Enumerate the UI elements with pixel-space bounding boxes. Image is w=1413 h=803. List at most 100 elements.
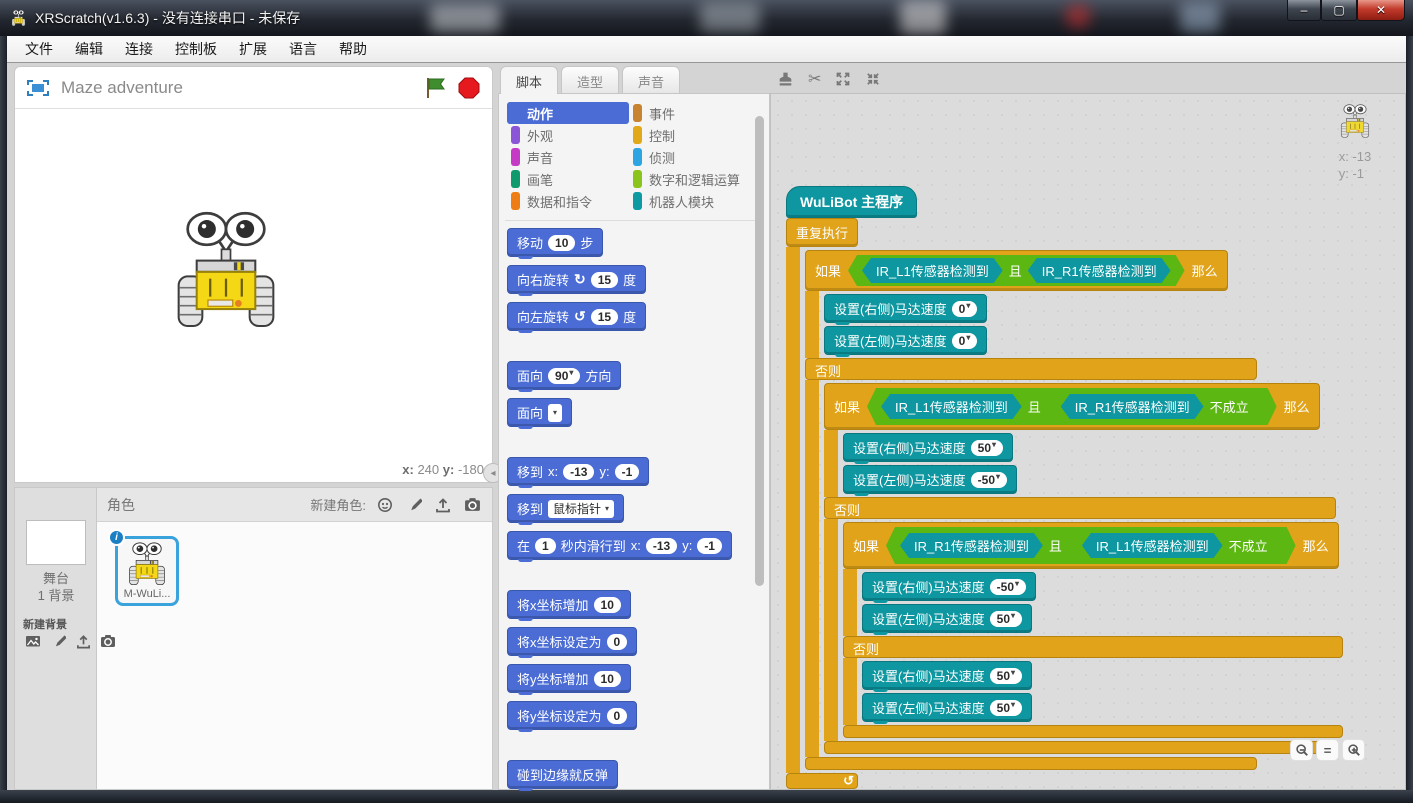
sensor-ir-l1-block[interactable]: IR_L1传感器检测到 [1082,533,1223,558]
sensor-ir-r1-block[interactable]: IR_R1传感器检测到 [1028,258,1171,283]
palette-body: 动作 外观 声音 画笔 数据和指令 [498,93,770,790]
category-control[interactable]: 控制 [629,124,769,146]
robot-sprite-on-stage[interactable] [165,211,287,335]
sensor-ir-l1-block[interactable]: IR_L1传感器检测到 [881,394,1022,419]
not-operator-block[interactable]: IR_L1传感器检测到 不成立 [1068,530,1282,561]
block-glide[interactable]: 在1 秒内滑行到x: -13y: -1 [507,531,732,560]
menu-board[interactable]: 控制板 [165,36,227,62]
set-left-motor-block[interactable]: 设置(左侧)马达速度 -50▾ [843,465,1017,494]
tab-costumes[interactable]: 造型 [561,66,619,94]
stage-label: 舞台 1 背景 [15,570,97,604]
if-else-block-2[interactable]: 如果 IR_L1传感器检测到 且 IR_R1传感器检测到 不成立 [824,383,1343,754]
goto-target-dropdown[interactable]: 鼠标指针▾ [548,500,614,518]
new-backdrop-paint-icon[interactable] [48,632,68,650]
forever-block[interactable]: 重复执行 如果 IR_L1传感器检测到 且 IR_R1传感器检测到 那么 [786,218,1343,789]
set-left-motor-block[interactable]: 设置(左侧)马达速度 50▾ [862,604,1032,633]
if-header-3[interactable]: 如果 IR_R1传感器检测到 且 IR_L1传感器检测到 不成立 [843,522,1339,569]
if-else-block-1[interactable]: 如果 IR_L1传感器检测到 且 IR_R1传感器检测到 那么 设置(右侧)马达… [805,250,1343,770]
titlebar-blur-decoration [430,4,500,32]
stage-thumbnail[interactable] [26,520,86,565]
script-area[interactable]: x: -13 y: -1 WuLiBot 主程序 重复执行 如果 IR_L1传感… [770,93,1406,790]
menu-edit[interactable]: 编辑 [65,36,113,62]
category-looks[interactable]: 外观 [507,124,629,146]
set-left-motor-block[interactable]: 设置(左侧)马达速度 0▾ [824,326,987,355]
block-point-towards[interactable]: 面向 ▾ [507,398,572,427]
if-else-block-3[interactable]: 如果 IR_R1传感器检测到 且 IR_L1传感器检测到 不成立 [843,522,1343,738]
if-header-2[interactable]: 如果 IR_L1传感器检测到 且 IR_R1传感器检测到 不成立 [824,383,1320,430]
close-button[interactable]: ✕ [1357,0,1405,21]
category-sound[interactable]: 声音 [507,146,629,168]
palette-scrollbar[interactable] [755,116,764,586]
script-stack[interactable]: WuLiBot 主程序 重复执行 如果 IR_L1传感器检测到 且 IR_R1传… [786,186,1343,789]
sprite-info-icon[interactable]: i [108,529,125,546]
turn-ccw-icon: ↺ [574,308,586,325]
category-operators[interactable]: 数字和逻辑运算 [629,168,769,190]
block-move-steps[interactable]: 移动10步 [507,228,603,257]
zoom-out-button[interactable] [1290,739,1313,761]
fullscreen-icon[interactable] [27,80,49,96]
sensor-ir-r1-block[interactable]: IR_R1传感器检测到 [1061,394,1204,419]
category-data-swatch [511,192,520,210]
set-left-motor-block[interactable]: 设置(左侧)马达速度 50▾ [862,693,1032,722]
maximize-button[interactable]: ▢ [1321,0,1357,21]
category-data[interactable]: 数据和指令 [507,190,629,212]
set-right-motor-block[interactable]: 设置(右侧)马达速度 50▾ [862,661,1032,690]
block-set-y[interactable]: 将y坐标设定为0 [507,701,637,730]
sensor-ir-r1-block[interactable]: IR_R1传感器检测到 [900,533,1043,558]
zoom-reset-button[interactable]: = [1316,739,1339,761]
green-flag-icon[interactable] [426,77,446,99]
block-goto-xy[interactable]: 移到x: -13y: -1 [507,457,649,486]
sensor-ir-l1-block[interactable]: IR_L1传感器检测到 [862,258,1003,283]
new-backdrop-upload-icon[interactable] [73,632,93,650]
window-frame-right [1406,36,1413,803]
category-sensing[interactable]: 侦测 [629,146,769,168]
tab-scripts[interactable]: 脚本 [500,66,558,94]
menu-file[interactable]: 文件 [15,36,63,62]
block-set-x[interactable]: 将x坐标设定为0 [507,627,637,656]
sprite-thumbnail-selected[interactable]: i M-WuLi... [115,536,179,606]
block-turn-right[interactable]: 向右旋转↻ 15度 [507,265,646,294]
and-operator-block[interactable]: IR_L1传感器检测到 且 IR_R1传感器检测到 不成立 [867,388,1277,425]
and-operator-block[interactable]: IR_L1传感器检测到 且 IR_R1传感器检测到 [848,255,1185,286]
shrink-icon[interactable] [865,71,881,87]
new-sprite-camera-icon[interactable] [462,496,482,514]
not-operator-block[interactable]: IR_R1传感器检测到 不成立 [1047,391,1263,422]
category-robot[interactable]: 机器人模块 [629,190,769,212]
hat-block-wulibot-main[interactable]: WuLiBot 主程序 [786,186,917,218]
new-backdrop-picture-icon[interactable] [23,632,43,650]
set-right-motor-block[interactable]: 设置(右侧)马达速度 -50▾ [862,572,1036,601]
block-bounce-on-edge[interactable]: 碰到边缘就反弹 [507,760,618,789]
point-towards-dropdown[interactable]: ▾ [548,404,562,422]
scissors-icon[interactable]: ✂ [808,69,821,89]
minimize-button[interactable]: – [1287,0,1321,21]
titlebar[interactable]: XRScratch(v1.6.3) - 没有连接串口 - 未保存 – ▢ ✕ [0,0,1413,36]
category-pen[interactable]: 画笔 [507,168,629,190]
stamp-icon[interactable] [777,71,794,88]
set-right-motor-block[interactable]: 设置(右侧)马达速度 0▾ [824,294,987,323]
stop-icon[interactable] [458,77,480,99]
set-right-motor-block[interactable]: 设置(右侧)马达速度 50▾ [843,433,1013,462]
menu-extensions[interactable]: 扩展 [229,36,277,62]
tab-sounds[interactable]: 声音 [622,66,680,94]
new-sprite-paint-icon[interactable] [404,496,424,514]
grow-icon[interactable] [835,71,851,87]
zoom-in-button[interactable] [1342,739,1365,761]
category-events[interactable]: 事件 [629,102,769,124]
block-goto-mouse[interactable]: 移到 鼠标指针▾ [507,494,624,523]
block-change-y[interactable]: 将y坐标增加10 [507,664,631,693]
menu-language[interactable]: 语言 [279,36,327,62]
block-point-direction[interactable]: 面向 90▾ 方向 [507,361,621,390]
project-title[interactable]: Maze adventure [61,78,414,98]
if-header-1[interactable]: 如果 IR_L1传感器检测到 且 IR_R1传感器检测到 那么 [805,250,1228,291]
and-operator-block[interactable]: IR_R1传感器检测到 且 IR_L1传感器检测到 不成立 [886,527,1296,564]
menu-connect[interactable]: 连接 [115,36,163,62]
block-turn-left[interactable]: 向左旋转↺ 15度 [507,302,646,331]
stage-canvas[interactable]: x: 240 y: -180 ◂ [15,109,492,481]
category-motion[interactable]: 动作 [507,102,629,124]
menu-help[interactable]: 帮助 [329,36,377,62]
new-sprite-library-icon[interactable] [375,496,395,514]
block-change-x[interactable]: 将x坐标增加10 [507,590,631,619]
new-backdrop-camera-icon[interactable] [98,632,118,650]
new-sprite-upload-icon[interactable] [433,496,453,514]
forever-header[interactable]: 重复执行 [786,218,858,247]
